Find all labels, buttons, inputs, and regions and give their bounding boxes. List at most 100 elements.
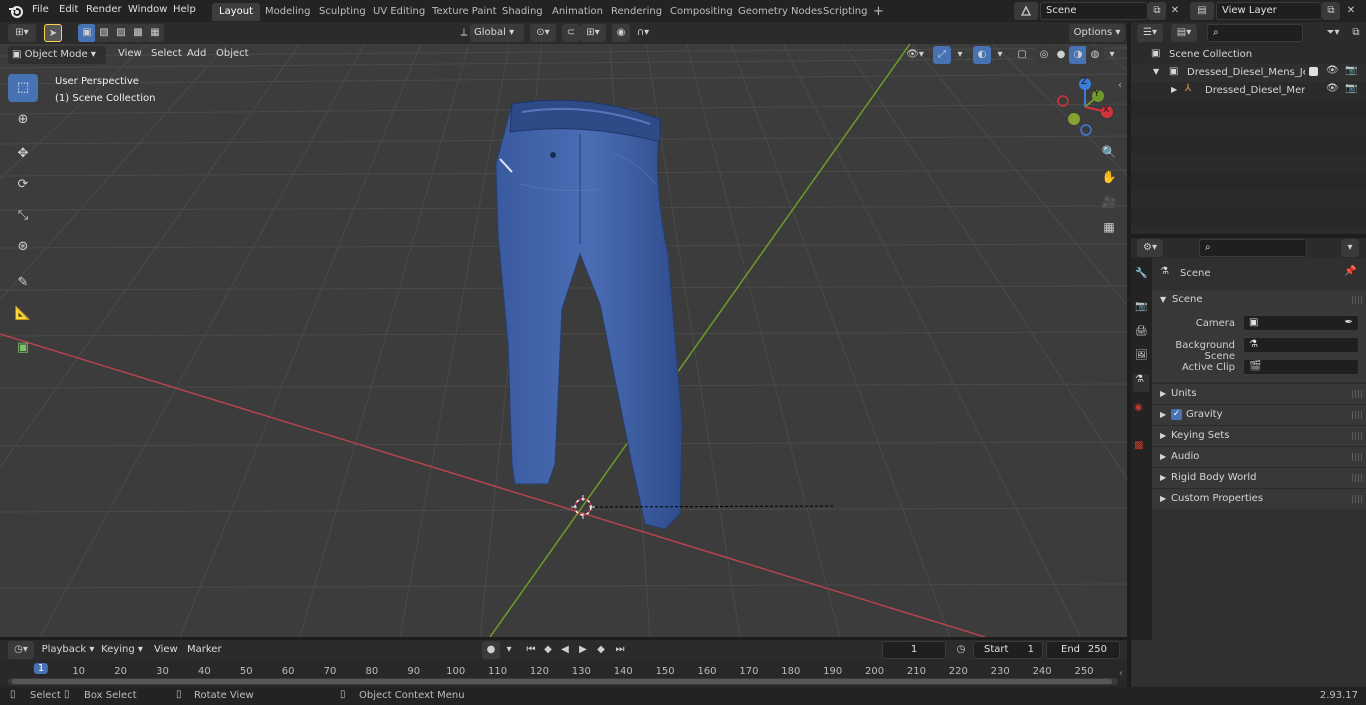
viewport-menu-object[interactable]: Object: [216, 48, 249, 59]
tab-texture-paint[interactable]: Texture Paint: [425, 3, 504, 21]
menu-window[interactable]: Window: [128, 4, 167, 15]
properties-search-input[interactable]: ⌕: [1199, 239, 1307, 257]
outliner-row-root[interactable]: ▣ Scene Collection: [1131, 46, 1366, 64]
gizmo-toggle-icon[interactable]: ⤢: [933, 46, 951, 64]
keying-sets-panel-header[interactable]: ▶ Keying Sets: [1152, 425, 1366, 446]
end-frame-field[interactable]: End 250: [1046, 641, 1120, 659]
timeline-scrollbar-thumb[interactable]: [12, 679, 1112, 684]
menu-help[interactable]: Help: [173, 4, 196, 15]
exclude-checkbox[interactable]: [1309, 67, 1318, 76]
shading-material-icon[interactable]: ◑: [1069, 46, 1087, 64]
transform-orientation-dropdown[interactable]: Global ▾: [470, 24, 524, 42]
properties-options-icon[interactable]: ▾: [1341, 239, 1359, 257]
zoom-icon[interactable]: 🔍: [1099, 143, 1119, 163]
panel-grip-icon[interactable]: [1352, 432, 1362, 440]
rigid-body-world-panel-header[interactable]: ▶ Rigid Body World: [1152, 467, 1366, 488]
shading-solid-icon[interactable]: ●: [1052, 46, 1070, 64]
preview-range-icon[interactable]: ◷: [952, 641, 970, 659]
menu-edit[interactable]: Edit: [59, 4, 78, 15]
tool-tab-icon[interactable]: 🔧: [1135, 268, 1147, 279]
editor-type-icon[interactable]: ⊞▾: [8, 24, 36, 42]
scene-tab-icon[interactable]: ⚗: [1133, 374, 1149, 392]
new-view-layer-icon[interactable]: ⧉: [1322, 2, 1340, 20]
pin-icon[interactable]: 📌: [1344, 266, 1356, 277]
perspective-toggle-icon[interactable]: ▦: [1099, 218, 1119, 238]
gravity-checkbox[interactable]: ✓: [1171, 409, 1182, 420]
shading-rendered-icon[interactable]: ◍: [1086, 46, 1104, 64]
eye-icon[interactable]: 👁: [1326, 83, 1339, 94]
scene-name-field[interactable]: Scene: [1040, 2, 1148, 20]
pivot-point-icon[interactable]: ⊙▾: [530, 24, 556, 42]
falloff-icon[interactable]: ∩▾: [630, 24, 656, 42]
tab-uv-editing[interactable]: UV Editing: [366, 3, 432, 21]
panel-grip-icon[interactable]: [1352, 411, 1362, 419]
world-tab-icon[interactable]: ◉: [1134, 402, 1143, 413]
timeline-editor-type-icon[interactable]: ◷▾: [8, 641, 34, 659]
tool-measure[interactable]: 📐: [8, 300, 38, 328]
delete-scene-icon[interactable]: ✕: [1166, 2, 1184, 20]
delete-view-layer-icon[interactable]: ✕: [1342, 2, 1360, 20]
add-workspace-button[interactable]: +: [866, 3, 891, 21]
gizmo-dropdown-icon[interactable]: ▾: [951, 46, 969, 64]
overlays-dropdown-icon[interactable]: ▾: [991, 46, 1009, 64]
shading-wireframe-icon[interactable]: ◎: [1035, 46, 1053, 64]
keying-menu[interactable]: Keying ▾: [98, 641, 146, 659]
gravity-panel-header[interactable]: ▶ ✓ Gravity: [1152, 404, 1366, 425]
sidebar-toggle-icon[interactable]: ‹: [1118, 80, 1122, 91]
timeline-ruler[interactable]: 1 10 20 30 40 50 60 70 80 90 100 110 120 130 140 150 160…: [0, 660, 1127, 687]
view-layer-selector-icon[interactable]: ▤: [1190, 2, 1214, 20]
tool-cursor[interactable]: ⊕: [8, 106, 38, 134]
tab-animation[interactable]: Animation: [545, 3, 610, 21]
snap-toggle-icon[interactable]: ⊂: [562, 24, 580, 42]
render-tab-icon[interactable]: 📷: [1135, 301, 1147, 312]
camera-icon[interactable]: 📷: [1345, 83, 1357, 94]
scene-selector-icon[interactable]: [1014, 2, 1038, 20]
tab-modeling[interactable]: Modeling: [258, 3, 318, 21]
viewport-menu-select[interactable]: Select: [151, 48, 182, 59]
view-layer-field[interactable]: View Layer: [1216, 2, 1322, 20]
jump-start-icon[interactable]: ⏮: [522, 641, 540, 659]
texture-tab-icon[interactable]: ▩: [1134, 440, 1143, 451]
camera-view-icon[interactable]: 🎥: [1099, 193, 1119, 213]
xray-toggle-icon[interactable]: ▢: [1013, 46, 1031, 64]
menu-file[interactable]: File: [32, 4, 49, 15]
background-scene-field[interactable]: ⚗: [1243, 337, 1359, 353]
jump-keyframe-forward-icon[interactable]: ◆: [592, 641, 610, 659]
selection-mode-extend-icon[interactable]: ▧: [95, 24, 113, 42]
tab-shading[interactable]: Shading: [495, 3, 550, 21]
selection-mode-intersect-icon[interactable]: ▦: [146, 24, 164, 42]
viewport-menu-view[interactable]: View: [118, 48, 142, 59]
timeline-collapse-icon[interactable]: ‹: [1119, 668, 1123, 679]
camera-field[interactable]: ▣ ✒: [1243, 315, 1359, 331]
tool-transform[interactable]: ⊛: [8, 233, 38, 261]
viewport-menu-add[interactable]: Add: [187, 48, 206, 59]
audio-panel-header[interactable]: ▶ Audio: [1152, 446, 1366, 467]
panel-grip-icon[interactable]: [1352, 474, 1362, 482]
visibility-icon[interactable]: 👁▾: [903, 46, 927, 64]
camera-icon[interactable]: 📷: [1345, 65, 1357, 76]
tool-scale[interactable]: ⤡: [8, 202, 38, 230]
menu-render[interactable]: Render: [86, 4, 122, 15]
outliner-search-input[interactable]: ⌕: [1207, 24, 1303, 42]
timeline-scrollbar[interactable]: [8, 678, 1118, 685]
outliner-row-collection[interactable]: ▼ ▣ Dressed_Diesel_Mens_Jeans_I 👁 📷: [1131, 64, 1366, 82]
tool-rotate[interactable]: ⟳: [8, 171, 38, 199]
select-tool-icon[interactable]: ➤: [44, 24, 62, 42]
properties-editor-type-icon[interactable]: ⚙▾: [1137, 239, 1163, 257]
record-icon[interactable]: ●: [482, 641, 500, 659]
tool-move[interactable]: ✥: [8, 140, 38, 168]
playback-menu[interactable]: Playback ▾: [40, 641, 96, 659]
units-panel-header[interactable]: ▶ Units: [1152, 383, 1366, 404]
navigation-gizmo[interactable]: Z Y X: [1052, 74, 1118, 140]
pan-hand-icon[interactable]: ✋: [1099, 168, 1119, 188]
outliner-editor-type-icon[interactable]: ☰▾: [1137, 24, 1163, 42]
selection-mode-invert-icon[interactable]: ▩: [129, 24, 147, 42]
play-reverse-icon[interactable]: ◀: [556, 641, 574, 659]
outliner-filter-icon[interactable]: ⏷▾: [1321, 24, 1345, 42]
panel-grip-icon[interactable]: [1352, 453, 1362, 461]
view-layer-tab-icon[interactable]: 🖼: [1135, 350, 1148, 361]
scene-panel-header[interactable]: ▼ Scene: [1152, 289, 1366, 310]
tool-annotate[interactable]: ✎: [8, 269, 38, 297]
current-frame-field[interactable]: 1: [882, 641, 946, 659]
jump-end-icon[interactable]: ⏭: [611, 641, 629, 659]
